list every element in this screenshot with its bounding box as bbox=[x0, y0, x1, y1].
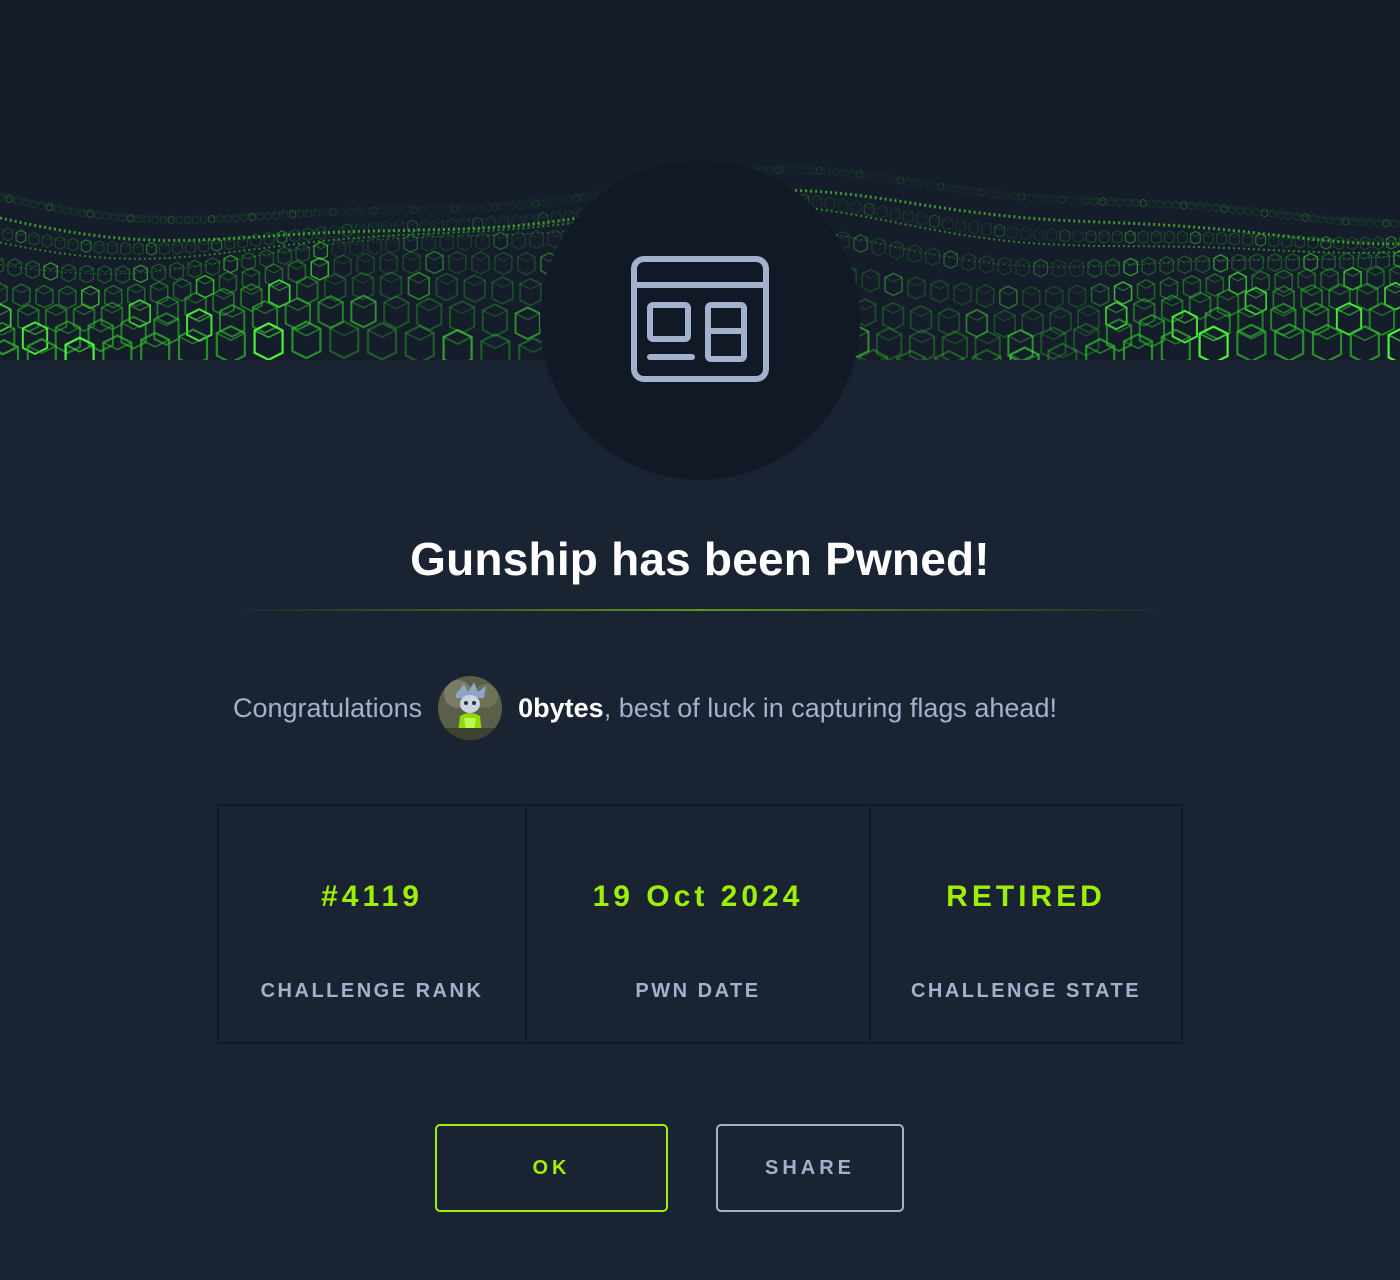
ok-button[interactable]: OK bbox=[435, 1124, 668, 1212]
challenge-state-label: CHALLENGE STATE bbox=[910, 980, 1142, 1002]
user-avatar[interactable] bbox=[438, 676, 503, 740]
title-divider bbox=[222, 609, 1178, 611]
challenge-rank-label: CHALLENGE RANK bbox=[260, 980, 484, 1002]
congrats-message: , best of luck in capturing flags ahead! bbox=[603, 692, 1057, 723]
challenge-state-value: RETIRED bbox=[946, 880, 1106, 913]
pwn-date-label: PWN DATE bbox=[635, 980, 761, 1002]
challenge-icon-circle bbox=[540, 160, 860, 480]
congrats-line: Congratulations 0bytes , best of luck in… bbox=[233, 676, 1057, 740]
share-button[interactable]: SHARE bbox=[716, 1124, 904, 1212]
pwn-date-value: 19 Oct 2024 bbox=[592, 880, 804, 913]
stat-pwn-date: 19 Oct 2024 PWN DATE bbox=[527, 806, 871, 1042]
stat-challenge-state: RETIRED CHALLENGE STATE bbox=[871, 806, 1181, 1042]
web-challenge-icon bbox=[631, 256, 769, 382]
challenge-rank-value: #4119 bbox=[321, 880, 423, 913]
stats-table: #4119 CHALLENGE RANK 19 Oct 2024 PWN DAT… bbox=[217, 804, 1183, 1044]
username[interactable]: 0bytes bbox=[518, 693, 604, 724]
congrats-lead: Congratulations bbox=[233, 692, 423, 723]
pwned-title: Gunship has been Pwned! bbox=[410, 533, 990, 585]
stat-challenge-rank: #4119 CHALLENGE RANK bbox=[219, 806, 527, 1042]
